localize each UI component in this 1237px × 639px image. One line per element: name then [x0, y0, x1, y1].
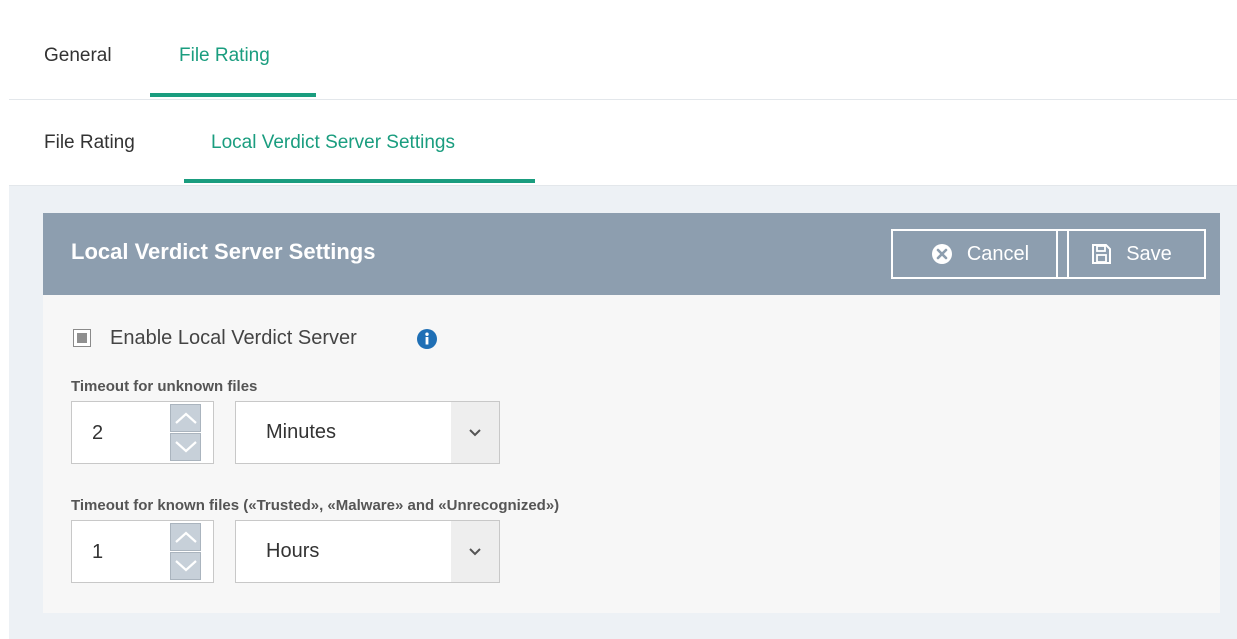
- tab-file-rating[interactable]: File Rating: [179, 45, 270, 67]
- active-subtab-indicator: [184, 179, 535, 183]
- top-tab-bar: General File Rating: [9, 9, 1237, 100]
- unknown-timeout-title: Timeout for unknown files: [71, 378, 258, 395]
- chevron-down-icon: [451, 402, 499, 463]
- known-timeout-unit-select[interactable]: Hours: [235, 520, 500, 583]
- known-timeout-value[interactable]: 1: [92, 541, 103, 564]
- cancel-label: Cancel: [966, 242, 1030, 265]
- unknown-timeout-value[interactable]: 2: [92, 422, 103, 445]
- unknown-timeout-unit-select[interactable]: Minutes: [235, 401, 500, 464]
- enable-local-verdict-server-label: Enable Local Verdict Server: [110, 327, 357, 349]
- enable-local-verdict-server-checkbox[interactable]: [73, 329, 91, 347]
- active-tab-indicator: [150, 93, 316, 97]
- floppy-disk-icon: [1090, 243, 1112, 265]
- settings-frame: General File Rating File Rating Local Ve…: [9, 9, 1237, 639]
- unknown-timeout-unit: Minutes: [266, 421, 337, 443]
- subtab-file-rating[interactable]: File Rating: [44, 132, 135, 154]
- decrement-arrow-icon[interactable]: [170, 433, 201, 461]
- subtab-local-verdict-server-settings[interactable]: Local Verdict Server Settings: [211, 132, 455, 154]
- info-icon[interactable]: [417, 329, 437, 349]
- save-button[interactable]: Save: [1056, 229, 1206, 279]
- known-timeout-unit: Hours: [266, 540, 320, 562]
- settings-panel: Local Verdict Server Settings Cancel Sav…: [43, 213, 1220, 613]
- sub-tab-bar: File Rating Local Verdict Server Setting…: [9, 100, 1237, 186]
- panel-title: Local Verdict Server Settings: [71, 239, 376, 264]
- close-circle-icon: [931, 243, 953, 265]
- known-timeout-title: Timeout for known files («Trusted», «Mal…: [71, 497, 560, 514]
- tab-general[interactable]: General: [44, 45, 112, 67]
- increment-arrow-icon[interactable]: [170, 404, 201, 432]
- save-label: Save: [1126, 242, 1172, 265]
- chevron-down-icon: [451, 521, 499, 582]
- increment-arrow-icon[interactable]: [170, 523, 201, 551]
- unknown-timeout-stepper: 2: [71, 401, 214, 464]
- known-timeout-stepper: 1: [71, 520, 214, 583]
- decrement-arrow-icon[interactable]: [170, 552, 201, 580]
- panel-header: Local Verdict Server Settings Cancel Sav…: [43, 213, 1220, 295]
- cancel-button[interactable]: Cancel: [891, 229, 1069, 279]
